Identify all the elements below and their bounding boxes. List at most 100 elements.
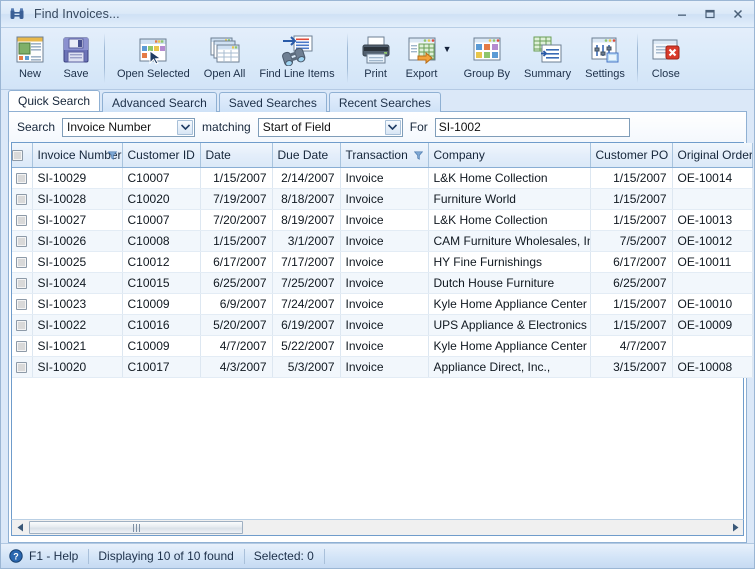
help-question-icon: ? <box>9 549 23 563</box>
column-header-date[interactable]: Date <box>200 143 273 168</box>
tab-saved-searches[interactable]: Saved Searches <box>218 92 327 112</box>
checkbox-icon[interactable] <box>16 193 28 205</box>
scrollbar-thumb[interactable] <box>29 521 243 534</box>
settings-button[interactable]: Settings <box>578 31 632 81</box>
row-select-checkbox[interactable] <box>12 209 33 231</box>
find-line-items-button[interactable]: Find Line Items <box>252 31 341 81</box>
tab-quick-search[interactable]: Quick Search <box>8 90 101 111</box>
scroll-left-button[interactable] <box>12 520 29 535</box>
row-select-checkbox[interactable] <box>12 314 33 336</box>
row-select-checkbox[interactable] <box>12 230 33 252</box>
table-row[interactable]: SI-10027 C10007 7/20/2007 8/19/2007 Invoice L… <box>12 209 753 231</box>
minimize-button[interactable] <box>668 4 696 25</box>
cell-date: 1/15/2007 <box>200 230 273 252</box>
tab-recent-searches[interactable]: Recent Searches <box>328 92 441 112</box>
row-select-checkbox[interactable] <box>12 167 33 189</box>
group-by-button[interactable]: Group By <box>457 31 517 81</box>
cell-po: 1/15/2007 <box>590 314 673 336</box>
chevron-down-icon[interactable] <box>177 119 194 135</box>
column-header-order[interactable]: Original Order <box>672 143 753 168</box>
cell-trans: Invoice <box>340 188 429 210</box>
cell-due: 6/19/2007 <box>272 314 341 336</box>
row-select-checkbox[interactable] <box>12 272 33 294</box>
export-button[interactable]: Export <box>399 31 445 81</box>
window-title: Find Invoices... <box>34 7 120 21</box>
cell-company: Appliance Direct, Inc., <box>428 356 591 378</box>
row-select-checkbox[interactable] <box>12 293 33 315</box>
column-header-company[interactable]: Company <box>428 143 591 168</box>
selected-count: Selected: 0 <box>253 549 314 563</box>
search-field-select[interactable]: Invoice Number <box>62 117 196 137</box>
toolbar-separator <box>636 33 638 83</box>
row-select-checkbox[interactable] <box>12 356 33 378</box>
cell-company: CAM Furniture Wholesales, Inc. <box>428 230 591 252</box>
column-header-label: Due Date <box>277 147 329 162</box>
new-button[interactable]: New <box>7 31 53 81</box>
column-header-label: Date <box>205 147 231 162</box>
row-select-checkbox[interactable] <box>12 335 33 357</box>
cell-custid: C10007 <box>122 209 201 231</box>
column-header-po[interactable]: Customer PO <box>590 143 673 168</box>
help-hint[interactable]: F1 - Help <box>29 549 88 563</box>
new-button-label: New <box>18 68 41 80</box>
checkbox-icon[interactable] <box>16 298 28 310</box>
table-row[interactable]: SI-10023 C10009 6/9/2007 7/24/2007 Invoice Ky… <box>12 293 753 315</box>
filter-icon[interactable] <box>107 149 117 163</box>
open-selected-button[interactable]: Open Selected <box>110 31 197 81</box>
column-header-trans[interactable]: Transaction <box>340 143 429 168</box>
cell-date: 7/20/2007 <box>200 209 273 231</box>
checkbox-icon[interactable] <box>16 361 28 373</box>
table-row[interactable]: SI-10024 C10015 6/25/2007 7/25/2007 Invoice D… <box>12 272 753 294</box>
select-all-checkbox[interactable] <box>12 143 33 168</box>
column-header-invoice[interactable]: Invoice Number <box>32 143 123 168</box>
checkbox-icon[interactable] <box>16 235 28 247</box>
find-line-items-label: Find Line Items <box>259 68 335 80</box>
maximize-button[interactable] <box>696 4 724 25</box>
table-row[interactable]: SI-10022 C10016 5/20/2007 6/19/2007 Invoice U… <box>12 314 753 336</box>
summary-button[interactable]: Summary <box>517 31 578 81</box>
toolbar-group-output: Print Export ▼ Group By Summary Settings <box>353 31 632 81</box>
cell-order: OE-10008 <box>672 356 753 378</box>
row-select-checkbox[interactable] <box>12 188 33 210</box>
cell-order: OE-10013 <box>672 209 753 231</box>
table-row[interactable]: SI-10021 C10009 4/7/2007 5/22/2007 Invoice Ky… <box>12 335 753 357</box>
cell-order: OE-10014 <box>672 167 753 189</box>
cell-custid: C10020 <box>122 188 201 210</box>
scrollbar-track[interactable] <box>29 520 726 535</box>
checkbox-icon[interactable] <box>16 340 28 352</box>
print-button[interactable]: Print <box>353 31 399 81</box>
scroll-right-button[interactable] <box>726 520 743 535</box>
export-spreadsheet-icon <box>406 34 438 66</box>
cell-trans: Invoice <box>340 293 429 315</box>
checkbox-icon[interactable] <box>16 256 28 268</box>
results-grid: Invoice Number Customer ID Date Due Date Tra… <box>11 142 753 519</box>
table-row[interactable]: SI-10026 C10008 1/15/2007 3/1/2007 Invoice CA… <box>12 230 753 252</box>
checkbox-icon[interactable] <box>16 172 28 184</box>
table-row[interactable]: SI-10020 C10017 4/3/2007 5/3/2007 Invoice App… <box>12 356 753 378</box>
checkbox-icon[interactable] <box>16 214 28 226</box>
close-button[interactable] <box>724 4 752 25</box>
export-dropdown-arrow-icon[interactable]: ▼ <box>443 44 455 54</box>
binoculars-icon <box>9 6 25 22</box>
match-type-select[interactable]: Start of Field <box>257 117 403 137</box>
checkbox-icon[interactable] <box>12 150 23 162</box>
table-row[interactable]: SI-10029 C10007 1/15/2007 2/14/2007 Invoice L… <box>12 167 753 189</box>
checkbox-icon[interactable] <box>16 319 28 331</box>
search-term-input[interactable] <box>434 117 630 137</box>
column-header-due[interactable]: Due Date <box>272 143 341 168</box>
checkbox-icon[interactable] <box>16 277 28 289</box>
chevron-down-icon[interactable] <box>384 119 401 135</box>
save-button[interactable]: Save <box>53 31 99 81</box>
table-row[interactable]: SI-10028 C10020 7/19/2007 8/18/2007 Invoice F… <box>12 188 753 210</box>
column-header-custid[interactable]: Customer ID <box>122 143 201 168</box>
group-by-icon <box>471 34 503 66</box>
open-all-button[interactable]: Open All <box>197 31 253 81</box>
tab-advanced-search[interactable]: Advanced Search <box>102 92 217 112</box>
cell-company: Kyle Home Appliance Center <box>428 335 591 357</box>
filter-icon[interactable] <box>413 149 423 163</box>
horizontal-scrollbar[interactable] <box>11 519 744 536</box>
close-toolbar-button[interactable]: Close <box>643 31 689 81</box>
table-row[interactable]: SI-10025 C10012 6/17/2007 7/17/2007 Invoice H… <box>12 251 753 273</box>
floppy-disk-save-icon <box>60 34 92 66</box>
row-select-checkbox[interactable] <box>12 251 33 273</box>
